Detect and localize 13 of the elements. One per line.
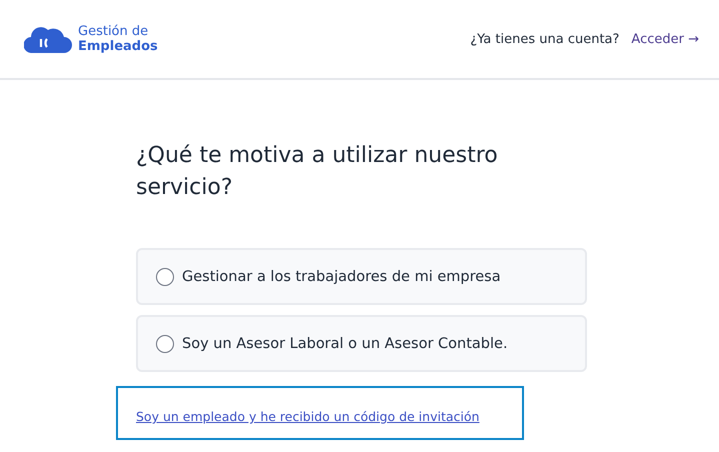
option-label: Gestionar a los trabajadores de mi empresa (182, 268, 501, 284)
radio-button[interactable] (156, 334, 174, 352)
option-card[interactable]: Soy un Asesor Laboral o un Asesor Contable. (136, 315, 587, 372)
account-prompt: ¿Ya tienes una cuenta? (470, 32, 620, 46)
invitation-link[interactable]: Soy un empleado y he recibido un código de invitación (136, 409, 480, 424)
option-card[interactable]: Gestionar a los trabajadores de mi empresa (136, 248, 587, 305)
radio-button[interactable] (156, 268, 174, 286)
logo-text: Gestión de (78, 24, 150, 39)
logo-text: Empleados (78, 39, 158, 54)
login-link[interactable]: Acceder → (631, 32, 699, 46)
question-heading: ¿Qué te motiva a utilizar nuestro servicio? (136, 142, 499, 202)
option-label: Soy un Asesor Laboral o un Asesor Contable. (182, 336, 508, 352)
cloud-logo-icon (24, 25, 72, 53)
